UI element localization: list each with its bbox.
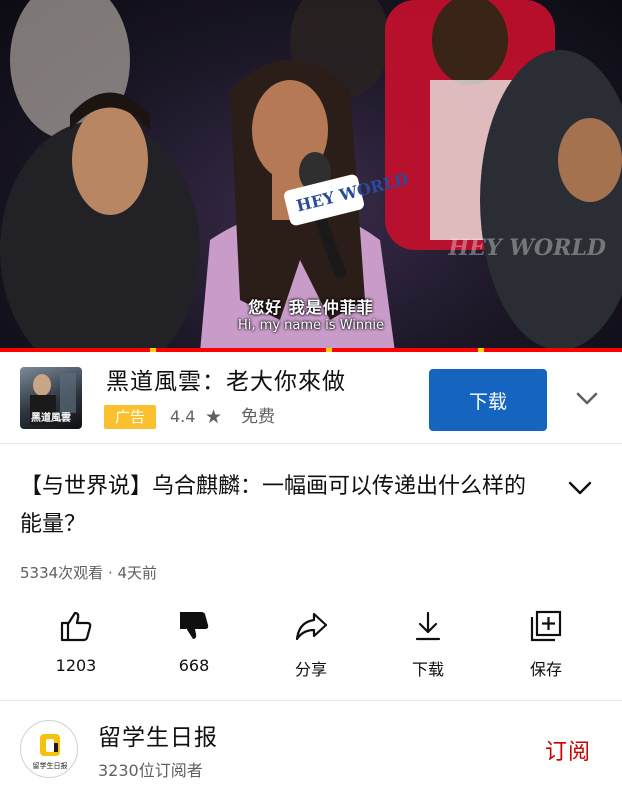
video-player[interactable]: HEY WORLD HEY WORLD 您好 我是仲菲菲 Hi, my name… bbox=[0, 0, 622, 352]
video-views-and-date: 5334次观看 · 4天前 bbox=[20, 564, 158, 582]
avatar-caption: 留学生日报 bbox=[33, 761, 68, 770]
chevron-down-icon[interactable] bbox=[570, 382, 604, 416]
subtitle-english: Hi, my name is Winnie bbox=[238, 318, 384, 333]
channel-name[interactable]: 留学生日报 bbox=[98, 718, 218, 752]
like-count: 1203 bbox=[55, 656, 97, 675]
share-button[interactable]: 分享 bbox=[252, 604, 370, 690]
share-icon bbox=[295, 612, 328, 641]
ad-thumb-text: 黑道風雲 bbox=[31, 411, 71, 424]
channel-avatar[interactable]: 留学生日报 bbox=[20, 720, 78, 778]
download-button[interactable]: 下载 bbox=[369, 604, 487, 690]
chevron-down-icon[interactable] bbox=[564, 472, 596, 504]
ad-badge: 广告 bbox=[104, 405, 156, 429]
section-divider bbox=[0, 700, 622, 701]
channel-watermark: HEY WORLD bbox=[448, 235, 606, 261]
channel-row[interactable]: 留学生日报 留学生日报 3230位订阅者 订阅 bbox=[0, 702, 622, 800]
ad-rating: 4.4 bbox=[170, 407, 196, 426]
dislike-count: 668 bbox=[178, 656, 210, 675]
subtitle-chinese: 您好 我是仲菲菲 bbox=[248, 298, 374, 317]
share-label: 分享 bbox=[294, 660, 327, 679]
video-title[interactable]: 【与世界说】乌合麒麟：一幅画可以传递出什么样的能量？ bbox=[20, 468, 540, 544]
subscriber-count: 3230位订阅者 bbox=[98, 761, 203, 780]
ad-price: 免费 bbox=[241, 407, 275, 427]
action-bar: 1203 668 分享 下载 保存 bbox=[0, 604, 622, 694]
download-icon bbox=[415, 611, 441, 641]
ad-app-thumbnail[interactable]: 黑道風雲 bbox=[20, 367, 82, 429]
download-label: 下载 bbox=[411, 660, 444, 679]
save-button[interactable]: 保存 bbox=[487, 604, 605, 690]
ad-download-button[interactable]: 下载 bbox=[429, 369, 547, 431]
ad-title[interactable]: 黑道風雲：老大你來做 bbox=[106, 366, 346, 398]
save-to-playlist-icon bbox=[530, 610, 562, 642]
dislike-button[interactable]: 668 bbox=[135, 604, 253, 690]
like-button[interactable]: 1203 bbox=[17, 604, 135, 690]
save-label: 保存 bbox=[529, 660, 562, 679]
subscribe-button[interactable]: 订阅 bbox=[533, 730, 603, 770]
promoted-app-ad[interactable]: 黑道風雲 黑道風雲：老大你來做 广告 4.4 ★ 免费 下载 bbox=[0, 352, 622, 444]
thumbs-down-icon bbox=[180, 612, 209, 639]
star-icon: ★ bbox=[205, 406, 223, 428]
thumbs-up-icon bbox=[60, 611, 92, 642]
